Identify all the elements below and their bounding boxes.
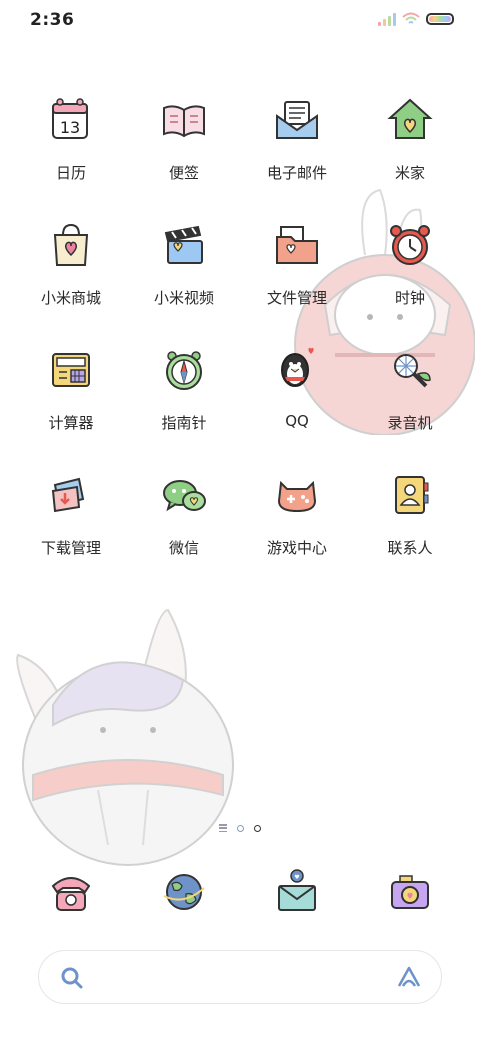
app-label: 游戏中心 [266,539,327,557]
app-label: 米家 [394,164,425,182]
store-bag-icon [41,215,101,275]
app-downloads[interactable]: 下载管理 [15,465,127,575]
app-label: 下载管理 [40,539,101,557]
app-wechat[interactable]: 微信 [128,465,240,575]
app-mi-store[interactable]: 小米商城 [15,215,127,325]
battery-icon [426,13,454,25]
folder-icon [267,215,327,275]
app-contacts[interactable]: 联系人 [354,465,466,575]
app-label: 小米商城 [40,289,101,307]
app-mi-video[interactable]: 小米视频 [128,215,240,325]
search-bar[interactable] [38,950,442,1004]
page-dot[interactable] [237,824,244,832]
app-mi-home[interactable]: 米家 [354,90,466,200]
app-label: 联系人 [387,539,433,557]
notes-icon [154,90,214,150]
assistant-icon[interactable] [395,964,423,992]
signal-icon [378,12,396,26]
email-icon [267,90,327,150]
app-recorder[interactable]: 录音机 [354,340,466,450]
camera-icon [391,875,429,909]
app-label: 电子邮件 [266,164,327,182]
dock-app-messages[interactable] [267,862,327,922]
app-label: 指南针 [161,414,207,432]
app-label: 微信 [168,539,199,557]
video-clapper-icon [154,215,214,275]
calendar-day: 13 [60,118,80,137]
status-bar: 2:36 [0,0,480,40]
calendar-icon: 13 [41,90,101,150]
status-icons [378,12,454,26]
alarm-clock-icon [380,215,440,275]
app-label: 文件管理 [266,289,327,307]
download-icon [41,465,101,525]
messages-envelope-icon [278,869,316,911]
chat-bubbles-icon [154,465,214,525]
phone-icon [51,877,91,911]
app-label: 便签 [168,164,199,182]
app-label: 录音机 [387,414,433,432]
app-file-manager[interactable]: 文件管理 [241,215,353,325]
microphone-icon [380,340,440,400]
app-calendar[interactable]: 13 日历 [15,90,127,200]
page-dot-active[interactable] [254,824,261,832]
dock [0,862,480,926]
contacts-book-icon [380,465,440,525]
penguin-icon [267,340,327,400]
app-clock[interactable]: 时钟 [354,215,466,325]
app-label: 计算器 [48,414,94,432]
compass-icon [154,340,214,400]
app-email[interactable]: 电子邮件 [241,90,353,200]
app-label: 小米视频 [153,289,214,307]
app-calculator[interactable]: 计算器 [15,340,127,450]
app-qq[interactable]: QQ [241,340,353,450]
search-icon[interactable] [59,965,85,991]
game-controller-icon [267,465,327,525]
app-game-center[interactable]: 游戏中心 [241,465,353,575]
globe-browser-icon [163,874,205,910]
dock-app-browser[interactable] [154,862,214,922]
app-label: QQ [285,412,309,430]
page-indicator[interactable] [0,824,480,832]
status-time: 2:36 [30,10,75,30]
app-compass[interactable]: 指南针 [128,340,240,450]
wifi-icon [402,12,420,24]
app-label: 日历 [55,164,86,182]
dock-app-phone[interactable] [41,862,101,922]
smart-home-icon [380,90,440,150]
app-notes[interactable]: 便签 [128,90,240,200]
page-indicator-menu-icon [219,824,227,832]
calculator-icon [41,340,101,400]
dock-app-camera[interactable] [380,862,440,922]
app-label: 时钟 [394,289,425,307]
